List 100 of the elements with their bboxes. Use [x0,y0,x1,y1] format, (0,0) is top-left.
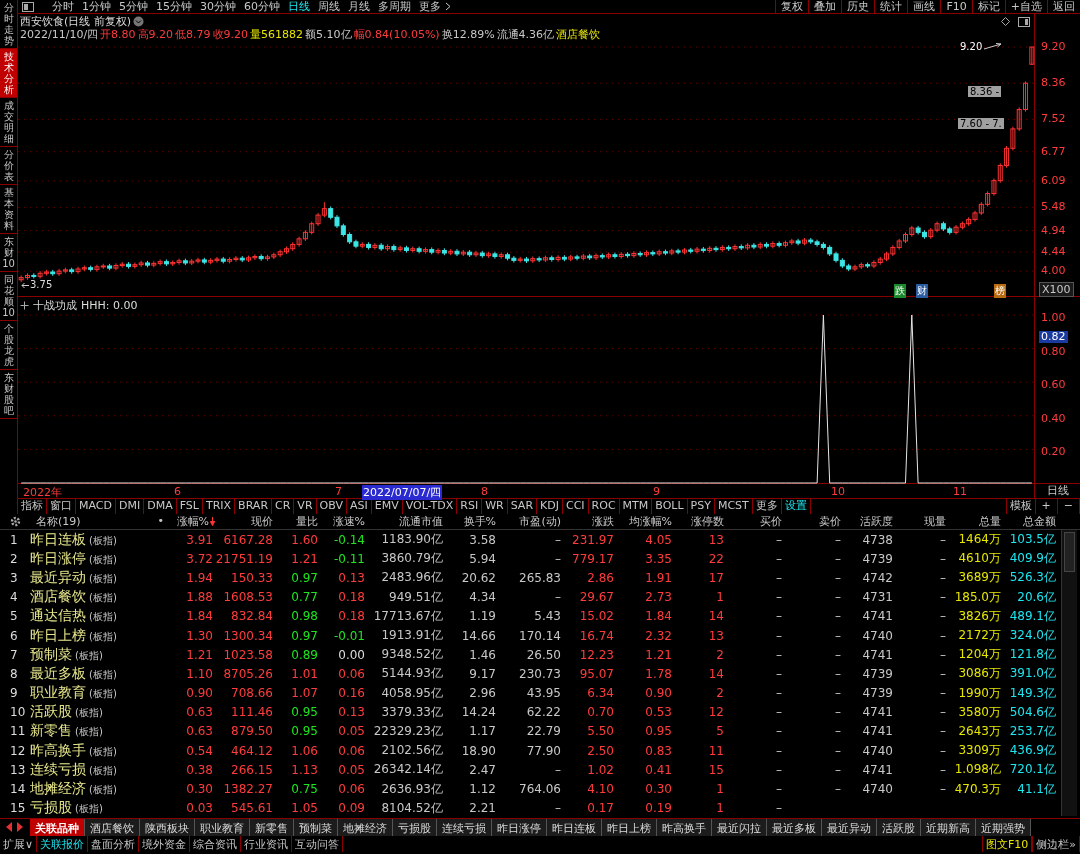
toolbar-button[interactable]: 标记 [971,0,1005,14]
column-header[interactable]: 换手% [445,514,498,529]
indicator-tab[interactable]: ASI [346,499,372,514]
column-header[interactable]: 卖价 [784,514,843,529]
indicator-tab[interactable]: MCST [714,499,753,514]
panel-button[interactable]: 侧边栏» [1032,836,1080,852]
sector-name[interactable]: 亏损股 [30,799,72,818]
period-tab[interactable]: 多周期 [374,0,415,14]
period-tab[interactable]: 1分钟 [78,0,115,14]
toolbar-button[interactable]: 叠加 [808,0,842,14]
side-tab[interactable]: 东财10 [0,234,17,272]
indicator-tab[interactable]: MTM [619,499,653,514]
sector-tab[interactable]: 昨日连板 [547,819,602,836]
column-header[interactable]: 买价 [726,514,784,529]
period-tab[interactable]: 30分钟 [196,0,240,14]
sector-tab[interactable]: 职业教育 [195,819,250,836]
sector-name[interactable]: 活跃股 [30,703,72,722]
period-tab[interactable]: 60分钟 [240,0,284,14]
indicator-tab[interactable]: 更多 [752,499,782,514]
settings-icon[interactable] [10,516,21,527]
side-tab[interactable]: 基本资料 [0,185,17,234]
period-tab[interactable]: 日线 [284,0,314,14]
sector-name[interactable]: 最近多板 [30,664,86,683]
period-tab[interactable]: 15分钟 [152,0,196,14]
panel-tab[interactable]: 综合资讯 [190,836,242,852]
period-tab[interactable]: 5分钟 [115,0,152,14]
toolbar-button[interactable]: F10 [940,0,972,14]
period-tab[interactable]: 分时 [48,0,78,14]
column-header[interactable]: 名称(19) [36,514,81,529]
sector-tab[interactable]: 亏损股 [393,819,437,836]
indicator-tab[interactable]: EMV [371,499,403,514]
indicator-tab[interactable]: CR [272,499,295,514]
panel-button[interactable]: 图文F10 [981,836,1033,852]
side-tab[interactable]: 个股龙虎 [0,321,17,370]
sector-tab[interactable]: 关联品种 [30,819,85,836]
column-header[interactable]: 涨速% [320,514,367,529]
indicator-tab[interactable]: DMA [144,499,177,514]
sector-tab[interactable]: 最近多板 [767,819,822,836]
sector-tab[interactable]: 最近闪拉 [712,819,767,836]
indicator-tab[interactable]: TRIX [202,499,236,514]
panel-tab[interactable]: 互动问答 [292,836,344,852]
indicator-tab[interactable]: FSL [176,499,203,514]
sector-name[interactable]: 连续亏损 [30,760,86,779]
toolbar-button[interactable]: +自选 [1004,0,1047,14]
indicator-tab[interactable]: VOL-TDX [402,499,458,514]
sector-tab[interactable]: 酒店餐饮 [85,819,140,836]
sector-tab[interactable]: 连续亏损 [437,819,492,836]
sector-tab[interactable]: 活跃股 [877,819,921,836]
indicator-tool-button[interactable]: + [1035,499,1058,514]
sector-tab[interactable]: 昨高换手 [657,819,712,836]
panel-tab[interactable]: 关联报价 [37,836,89,852]
panel-icon[interactable] [1018,16,1030,27]
column-header[interactable]: 总量 [948,514,1003,529]
indicator-tab[interactable]: 指标 [18,499,47,514]
indicator-tab[interactable]: DMI [116,499,145,514]
panel-tab[interactable]: 盘面分析 [88,836,140,852]
column-header[interactable]: 总金额 [1003,514,1058,529]
indicator-tab[interactable]: KDJ [537,499,563,514]
toolbar-button[interactable]: 画线 [907,0,941,14]
sector-name[interactable]: 职业教育 [30,684,86,703]
side-tab[interactable]: 分价表 [0,147,17,185]
sector-name[interactable]: 昨日连板 [30,530,86,549]
indicator-tab[interactable]: ROC [588,499,620,514]
side-tab[interactable]: 技术分析 [0,49,17,98]
sector-tab[interactable]: 预制菜 [294,819,338,836]
toolbar-button[interactable]: 统计 [874,0,908,14]
period-tab[interactable]: 周线 [314,0,344,14]
column-header[interactable]: 现量 [895,514,948,529]
sector-name[interactable]: 昨高换手 [30,741,86,760]
indicator-tool-button[interactable]: 模板 [1006,499,1036,514]
sector-name[interactable]: 酒店餐饮 [30,588,86,607]
sector-tab[interactable]: 最近异动 [822,819,877,836]
indicator-tab[interactable]: 设置 [781,499,811,514]
column-header[interactable]: 流通市值 [367,514,445,529]
sector-name[interactable]: 昨日上榜 [30,626,86,645]
period-tab[interactable]: 更多 [415,0,445,14]
column-header[interactable]: 涨幅% [170,514,215,529]
sector-tab[interactable]: 昨日涨停 [492,819,547,836]
indicator-tab[interactable]: MACD [76,499,116,514]
column-header[interactable]: 现价 [215,514,275,529]
indicator-tool-button[interactable]: − [1057,499,1080,514]
column-header[interactable]: 市盈(动) [498,514,563,529]
sector-tab[interactable]: 地摊经济 [338,819,393,836]
sector-name[interactable]: 最近异动 [30,568,86,587]
sector-tab[interactable]: 昨日上榜 [602,819,657,836]
diamond-icon[interactable] [1001,17,1010,26]
side-tab[interactable]: 分时走势 [0,0,17,49]
sector-tab[interactable]: 陕西板块 [140,819,195,836]
column-header[interactable]: 活跃度 [843,514,895,529]
sector-tab[interactable]: 近期强势 [976,819,1031,836]
column-header[interactable]: 量比 [275,514,320,529]
side-tab[interactable]: 同花顺10 [0,272,17,321]
indicator-tab[interactable]: PSY [687,499,715,514]
panel-tab[interactable]: 扩展∨ [0,836,38,852]
column-header[interactable]: 涨跌 [563,514,616,529]
indicator-tab[interactable]: BOLL [652,499,688,514]
toolbar-button[interactable]: 返回 [1047,0,1080,14]
sector-tab[interactable]: 近期新高 [921,819,976,836]
panel-icon[interactable] [22,1,34,12]
toolbar-button[interactable]: 复权 [775,0,809,14]
